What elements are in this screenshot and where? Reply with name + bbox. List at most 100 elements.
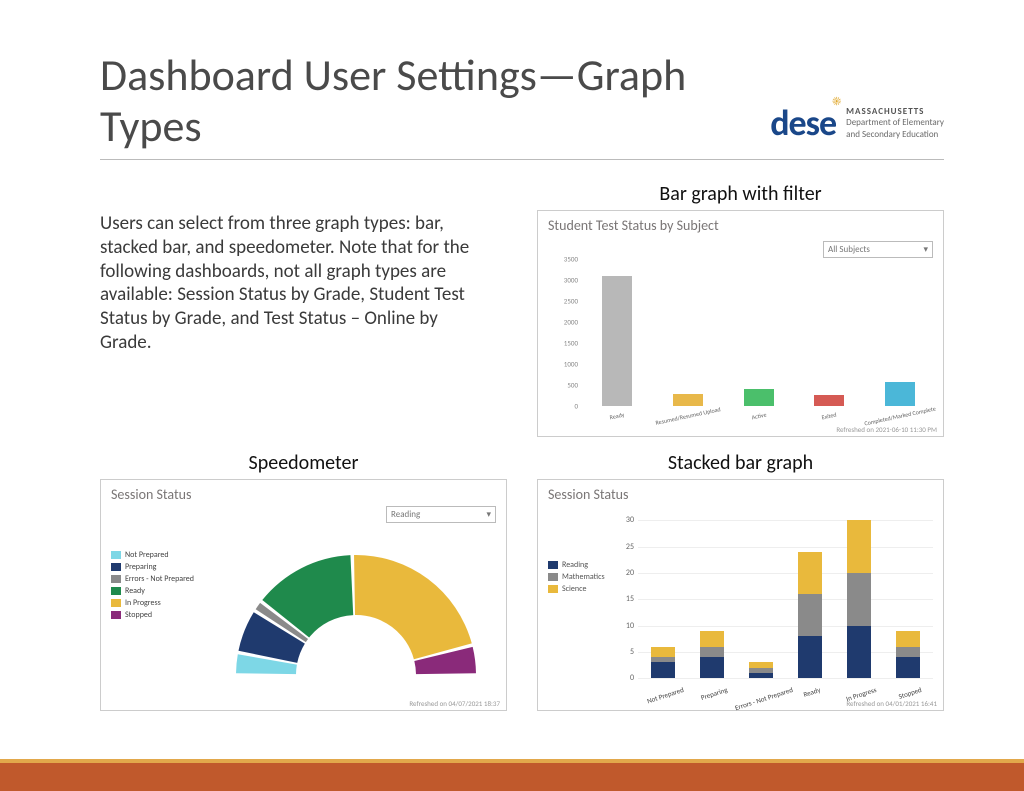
- y-tick: 1500: [564, 339, 582, 348]
- page-title: Dashboard User Settings—Graph Types: [100, 50, 770, 151]
- stack-segment: [700, 657, 724, 678]
- legend-label: Stopped: [125, 610, 152, 620]
- bar: [744, 389, 774, 406]
- legend-swatch: [548, 573, 558, 581]
- sun-icon: ☀: [832, 95, 840, 109]
- legend-swatch: [111, 563, 121, 571]
- refreshed-label: Refreshed on 04/01/2021 16:41: [846, 699, 937, 708]
- stacked-column: [651, 647, 675, 679]
- slide-header: Dashboard User Settings—Graph Types dese…: [100, 50, 944, 160]
- stack-segment: [798, 552, 822, 594]
- y-tick: 5: [630, 647, 638, 657]
- bar-chart-panel: Student Test Status by Subject All Subje…: [537, 210, 944, 437]
- x-tick: Resumed/Resumed Upload: [655, 405, 722, 427]
- caption-stack: Stacked bar graph: [537, 451, 944, 475]
- y-tick: 0: [574, 402, 582, 411]
- gridline: [638, 547, 933, 548]
- logo-mark: dese ☀: [770, 101, 836, 145]
- refreshed-label: Refreshed on 2021-06-10 11:30 PM: [836, 425, 937, 434]
- stack-segment: [847, 520, 871, 573]
- legend-item: Not Prepared: [111, 550, 194, 560]
- legend-item: Ready: [111, 586, 194, 596]
- gridline: [638, 520, 933, 521]
- x-tick: Ready: [609, 411, 625, 422]
- gridline: [638, 599, 933, 600]
- legend-label: In Progress: [125, 598, 161, 608]
- stack-segment: [847, 573, 871, 626]
- body-paragraph: Users can select from three graph types:…: [100, 212, 490, 355]
- slide-footer-bar: [0, 763, 1024, 791]
- bar: [814, 395, 844, 406]
- y-tick: 500: [567, 381, 582, 390]
- stacked-column: [847, 520, 871, 678]
- legend-swatch: [548, 585, 558, 593]
- stacked-bar-chart: 051015202530Not PreparedPreparingErrors …: [638, 520, 933, 678]
- caption-bar: Bar graph with filter: [537, 182, 944, 206]
- y-tick: 3000: [564, 276, 582, 285]
- legend-label: Preparing: [125, 562, 156, 572]
- stacked-legend: Reading Mathematics Science: [548, 560, 605, 596]
- gridline: [638, 678, 933, 679]
- gauge-segment: [354, 555, 472, 659]
- stacked-bar-panel: Session Status Reading Mathematics Science…: [537, 479, 944, 711]
- legend-item: Science: [548, 584, 605, 594]
- y-tick: 10: [626, 621, 638, 631]
- legend-label: Errors - Not Prepared: [125, 574, 194, 584]
- stack-segment: [700, 631, 724, 647]
- gridline: [638, 626, 933, 627]
- legend-label: Ready: [125, 586, 145, 596]
- y-tick: 0: [630, 673, 638, 683]
- x-tick: Exited: [821, 411, 837, 422]
- stack-segment: [798, 594, 822, 636]
- stacked-column: [798, 552, 822, 678]
- subject-filter-dropdown[interactable]: Reading▾: [386, 506, 496, 523]
- legend-item: In Progress: [111, 598, 194, 608]
- legend-item: Reading: [548, 560, 605, 570]
- stack-segment: [651, 647, 675, 658]
- legend-label: Science: [562, 584, 586, 594]
- speedometer-panel: Session Status Reading▾ Not Prepared Prep…: [100, 479, 507, 711]
- stack-segment: [798, 636, 822, 678]
- legend-label: Reading: [562, 560, 588, 570]
- legend-swatch: [111, 551, 121, 559]
- chevron-down-icon: ▾: [923, 244, 928, 255]
- y-tick: 25: [626, 542, 638, 552]
- x-tick: Errors - Not Prepared: [734, 685, 794, 712]
- speedometer-gauge: [226, 535, 486, 685]
- chevron-down-icon: ▾: [486, 509, 491, 520]
- gridline: [638, 652, 933, 653]
- x-tick: Preparing: [699, 685, 728, 702]
- panel-title: Session Status: [101, 480, 506, 509]
- y-tick: 3500: [564, 255, 582, 264]
- panel-title: Student Test Status by Subject: [538, 211, 943, 240]
- x-tick: Not Prepared: [645, 685, 684, 705]
- stacked-column: [700, 631, 724, 678]
- x-tick: Ready: [802, 685, 821, 699]
- legend-item: Preparing: [111, 562, 194, 572]
- legend-swatch: [548, 561, 558, 569]
- gridline: [638, 573, 933, 574]
- dese-logo: dese ☀ MASSACHUSETTS Department of Eleme…: [770, 101, 944, 151]
- legend-swatch: [111, 611, 121, 619]
- legend-swatch: [111, 599, 121, 607]
- logo-text: MASSACHUSETTS Department of Elementary a…: [846, 106, 944, 141]
- stack-segment: [896, 631, 920, 647]
- bar: [673, 394, 703, 406]
- stack-segment: [700, 647, 724, 658]
- stack-segment: [749, 673, 773, 678]
- bar: [885, 382, 915, 406]
- y-tick: 30: [626, 515, 638, 525]
- legend-item: Errors - Not Prepared: [111, 574, 194, 584]
- legend-item: Mathematics: [548, 572, 605, 582]
- caption-speed: Speedometer: [100, 451, 507, 475]
- stack-segment: [896, 657, 920, 678]
- stacked-column: [749, 662, 773, 678]
- subject-filter-dropdown[interactable]: All Subjects▾: [823, 241, 933, 258]
- refreshed-label: Refreshed on 04/07/2021 18:37: [409, 699, 500, 708]
- gauge-segment: [262, 555, 353, 637]
- y-tick: 1000: [564, 360, 582, 369]
- legend-swatch: [111, 587, 121, 595]
- speedometer-legend: Not Prepared Preparing Errors - Not Prepar…: [111, 550, 194, 622]
- panel-title: Session Status: [538, 480, 943, 509]
- bar-chart: 0500100015002000250030003500ReadyResumed…: [582, 259, 935, 406]
